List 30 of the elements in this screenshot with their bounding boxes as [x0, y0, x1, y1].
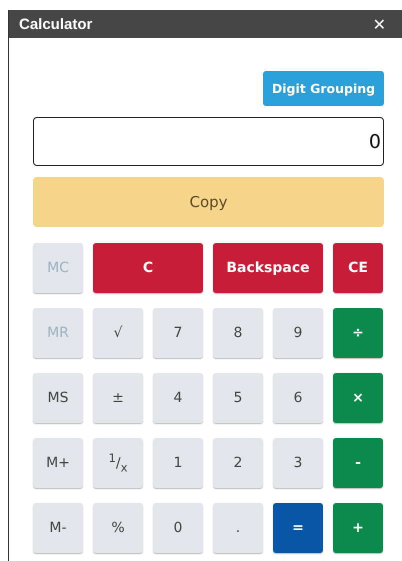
number-key[interactable]: 5 — [213, 373, 263, 423]
number-key[interactable]: 8 — [213, 308, 263, 358]
number-key[interactable]: 4 — [153, 373, 203, 423]
operator-key[interactable]: ÷ — [333, 308, 383, 358]
copy-button[interactable]: Copy — [33, 177, 384, 227]
number-key[interactable]: 6 — [273, 373, 323, 423]
function-key[interactable]: ± — [93, 373, 143, 423]
display-field[interactable]: 0 — [33, 117, 384, 166]
number-key[interactable]: . — [213, 503, 263, 553]
number-key[interactable]: 2 — [213, 438, 263, 488]
clear-key[interactable]: Backspace — [213, 243, 323, 293]
memory-key[interactable]: MS — [33, 373, 83, 423]
memory-key[interactable]: M- — [33, 503, 83, 553]
number-key[interactable]: 3 — [273, 438, 323, 488]
memory-key[interactable]: M+ — [33, 438, 83, 488]
window-title: Calculator — [19, 16, 92, 32]
operator-key[interactable]: + — [333, 503, 383, 553]
equals-key[interactable]: = — [273, 503, 323, 553]
operator-key[interactable]: × — [333, 373, 383, 423]
number-key[interactable]: 7 — [153, 308, 203, 358]
number-key[interactable]: 0 — [153, 503, 203, 553]
function-key[interactable]: % — [93, 503, 143, 553]
number-key[interactable]: 1 — [153, 438, 203, 488]
number-key[interactable]: 9 — [273, 308, 323, 358]
close-button[interactable]: ✕ — [372, 14, 386, 34]
clear-key[interactable]: CE — [333, 243, 383, 293]
function-key[interactable]: √ — [93, 308, 143, 358]
function-key[interactable]: $^{1}$/$_{x}$ — [93, 438, 143, 488]
operator-key[interactable]: - — [333, 438, 383, 488]
clear-key[interactable]: C — [93, 243, 203, 293]
